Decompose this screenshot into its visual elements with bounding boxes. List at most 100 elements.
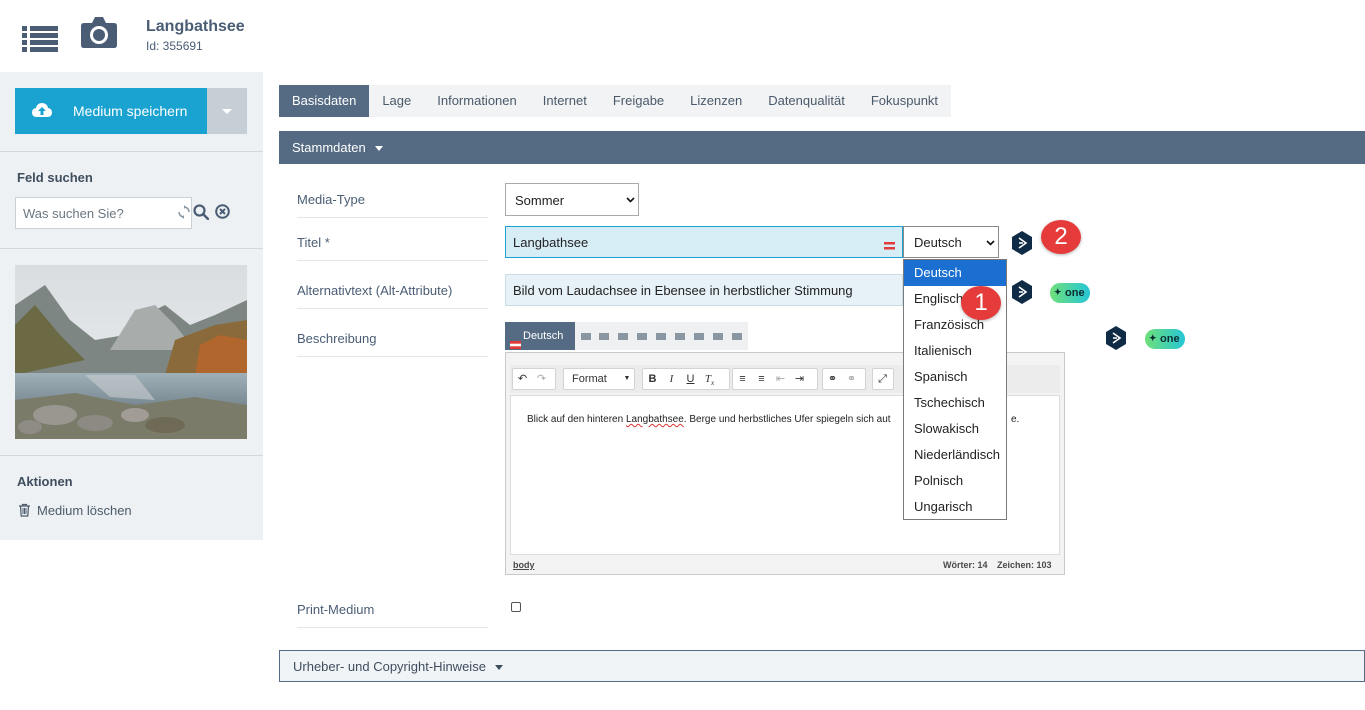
chevron-down-icon <box>986 240 995 246</box>
word-count: Wörter: 14 <box>943 560 988 570</box>
media-type-select[interactable]: Sommer <box>505 183 639 216</box>
tab-lizenzen[interactable]: Lizenzen <box>677 85 755 117</box>
dropdown-option-spanisch[interactable]: Spanisch <box>904 364 1006 390</box>
title-value: Langbathsee <box>513 235 589 250</box>
tab-freigabe[interactable]: Freigabe <box>600 85 677 117</box>
translate-icon[interactable] <box>1011 231 1033 255</box>
title-label: Titel * <box>297 235 488 261</box>
one-ai-button[interactable]: one <box>1145 328 1185 349</box>
one-ai-button[interactable]: one <box>1050 282 1090 303</box>
section-urheber-label: Urheber- und Copyright-Hinweise <box>293 659 486 674</box>
dropdown-option-polnisch[interactable]: Polnisch <box>904 468 1006 494</box>
translate-icon[interactable] <box>1011 280 1033 304</box>
search-icon[interactable] <box>193 204 210 221</box>
media-title: Langbathsee <box>146 18 245 35</box>
format-select[interactable]: Format ▼ <box>563 368 635 390</box>
maximize-icon[interactable]: ⤢ <box>873 369 892 389</box>
save-button-label: Medium speichern <box>73 103 188 119</box>
trash-icon <box>18 503 31 520</box>
dropdown-option-deutsch[interactable]: Deutsch <box>904 260 1006 286</box>
underline-icon[interactable]: U <box>681 369 700 389</box>
field-search[interactable] <box>15 197 192 229</box>
save-button[interactable]: Medium speichern <box>15 88 207 134</box>
print-medium-label: Print-Medium <box>297 602 488 628</box>
delete-media-link[interactable]: Medium löschen <box>18 503 132 520</box>
flag-icon[interactable] <box>637 333 647 340</box>
search-input[interactable] <box>16 198 176 228</box>
italic-icon[interactable]: I <box>662 369 681 389</box>
redo-icon[interactable]: ↷ <box>532 369 551 389</box>
save-options-button[interactable] <box>207 88 247 134</box>
bold-icon[interactable]: B <box>643 369 662 389</box>
translate-icon[interactable] <box>1105 326 1127 350</box>
actions-heading: Aktionen <box>17 474 73 489</box>
tab-lage[interactable]: Lage <box>369 85 424 117</box>
flag-icon[interactable] <box>713 333 723 340</box>
step-badge-2: 2 <box>1041 220 1081 254</box>
format-label: Format <box>572 373 607 385</box>
list-group: ≡ ≡ ⇤ ⇥ <box>732 368 818 390</box>
tab-informationen[interactable]: Informationen <box>424 85 530 117</box>
dropdown-option-slowakisch[interactable]: Slowakisch <box>904 416 1006 442</box>
tab-internet[interactable]: Internet <box>530 85 600 117</box>
title-language-select[interactable]: Deutsch <box>903 226 999 258</box>
title-language-value: Deutsch <box>914 235 962 250</box>
delete-media-label: Medium löschen <box>37 503 132 518</box>
dropdown-option-tschechisch[interactable]: Tschechisch <box>904 390 1006 416</box>
link-icon[interactable]: ⚭ <box>823 369 842 389</box>
divider <box>0 151 263 152</box>
section-urheber[interactable]: Urheber- und Copyright-Hinweise <box>279 650 1365 682</box>
char-count: Zeichen: 103 <box>997 560 1052 570</box>
tab-datenqualitaet[interactable]: Datenqualität <box>755 85 858 117</box>
clear-search-icon[interactable] <box>215 204 230 219</box>
cloud-upload-icon <box>32 102 52 118</box>
flag-icon[interactable] <box>656 333 666 340</box>
dropdown-option-niederlaendisch[interactable]: Niederländisch <box>904 442 1006 468</box>
flag-icon <box>510 332 521 349</box>
dropdown-option-italienisch[interactable]: Italienisch <box>904 338 1006 364</box>
title-input[interactable]: Langbathsee <box>505 226 903 258</box>
flag-icon[interactable] <box>675 333 685 340</box>
sidebar: Medium speichern Feld suchen Was suchen … <box>0 72 263 540</box>
section-stammdaten-label: Stammdaten <box>292 140 366 155</box>
dropdown-option-ungarisch[interactable]: Ungarisch <box>904 494 1006 520</box>
indent-icon[interactable]: ⇥ <box>790 369 809 389</box>
chevron-down-icon <box>374 146 383 152</box>
flag-icon[interactable] <box>732 333 742 340</box>
list-menu-icon[interactable] <box>22 24 58 52</box>
divider <box>0 248 263 249</box>
alt-text-input[interactable]: Bild vom Laudachsee in Ebensee in herbst… <box>505 274 903 306</box>
print-medium-checkbox[interactable] <box>511 602 521 612</box>
unlink-icon[interactable]: ⚭ <box>842 369 861 389</box>
flag-icon[interactable] <box>581 333 591 340</box>
refresh-icon[interactable] <box>178 205 190 219</box>
flag-icon[interactable] <box>694 333 704 340</box>
media-type-label: Media-Type <box>297 192 488 218</box>
undo-icon[interactable]: ↶ <box>513 369 532 389</box>
alt-text-label: Alternativtext (Alt-Attribute) <box>297 283 488 309</box>
equals-icon <box>884 238 895 250</box>
tab-bar: Basisdaten Lage Informationen Internet F… <box>279 85 952 117</box>
numbered-list-icon[interactable]: ≡ <box>733 369 752 389</box>
editor-text-before: Blick auf den hinteren <box>527 414 626 425</box>
tab-fokuspunkt[interactable]: Fokuspunkt <box>858 85 951 117</box>
chevron-down-icon: ▼ <box>623 375 631 382</box>
flag-icon[interactable] <box>618 333 628 340</box>
section-stammdaten[interactable]: Stammdaten <box>279 131 1365 164</box>
bullet-list-icon[interactable]: ≡ <box>752 369 771 389</box>
app-header: Langbathsee Id: 355691 <box>0 0 1365 72</box>
editor-text-misspelled: Langbathsee <box>625 414 684 425</box>
link-group: ⚭ ⚭ <box>822 368 866 390</box>
alt-text-value: Bild vom Laudachsee in Ebensee in herbst… <box>513 283 853 298</box>
text-style-group: B I U Tx <box>642 368 730 390</box>
tab-basisdaten[interactable]: Basisdaten <box>279 85 370 117</box>
editor-lang-tab-deutsch[interactable]: Deutsch <box>505 322 575 350</box>
element-path[interactable]: body <box>513 560 535 570</box>
media-preview-image[interactable] <box>15 265 247 439</box>
clear-format-icon[interactable]: Tx <box>700 369 719 393</box>
editor-text-tail: e. <box>1011 414 1020 425</box>
flag-icon[interactable] <box>599 333 609 340</box>
divider <box>0 455 263 456</box>
step-badge-1: 1 <box>961 286 1001 320</box>
outdent-icon[interactable]: ⇤ <box>771 369 790 389</box>
